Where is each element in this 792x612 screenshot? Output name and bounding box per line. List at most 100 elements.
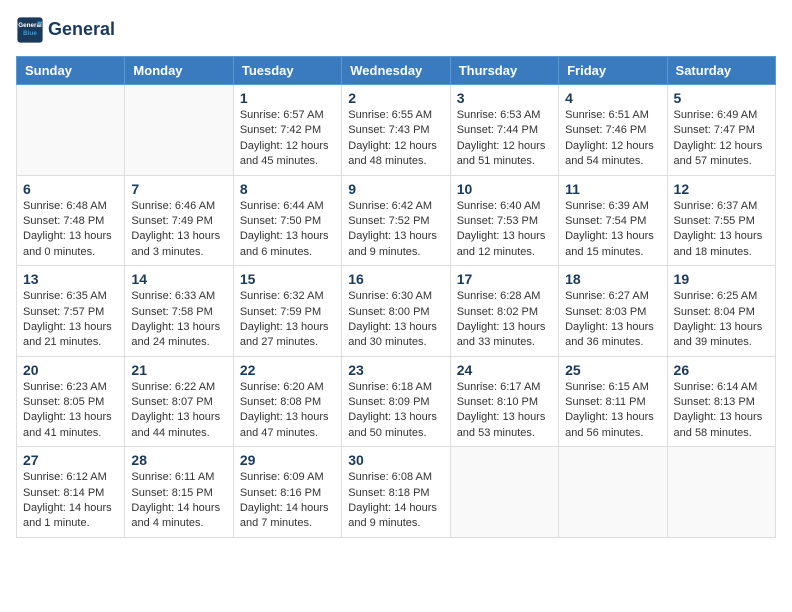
calendar-week-2: 6 Sunrise: 6:48 AMSunset: 7:48 PMDaylight… [17, 175, 776, 266]
calendar-header-monday: Monday [125, 57, 233, 85]
day-number: 29 [240, 452, 335, 468]
day-number: 30 [348, 452, 443, 468]
calendar-week-4: 20 Sunrise: 6:23 AMSunset: 8:05 PMDayligh… [17, 356, 776, 447]
day-info: Sunrise: 6:44 AMSunset: 7:50 PMDaylight:… [240, 199, 335, 261]
day-number: 14 [131, 271, 226, 287]
calendar-cell: 18Sunrise: 6:27 AMSunset: 8:03 PMDayligh… [559, 266, 667, 357]
calendar-table: SundayMondayTuesdayWednesdayThursdayFrid… [16, 56, 776, 538]
day-number: 8 [240, 181, 335, 197]
day-info: Sunrise: 6:20 AMSunset: 8:08 PMDaylight:… [240, 380, 335, 442]
calendar-header-row: SundayMondayTuesdayWednesdayThursdayFrid… [17, 57, 776, 85]
calendar-cell [125, 85, 233, 176]
calendar-cell: 14 Sunrise: 6:33 AMSunset: 7:58 PMDayligh… [125, 266, 233, 357]
calendar-cell: 26 Sunrise: 6:14 AMSunset: 8:13 PMDayligh… [667, 356, 775, 447]
day-number: 28 [131, 452, 226, 468]
day-number: 3 [457, 90, 552, 106]
day-info: Sunrise: 6:40 AMSunset: 7:53 PMDaylight:… [457, 199, 552, 261]
day-number: 2 [348, 90, 443, 106]
calendar-cell: 11Sunrise: 6:39 AMSunset: 7:54 PMDayligh… [559, 175, 667, 266]
day-info: Sunrise: 6:48 AMSunset: 7:48 PMDaylight:… [23, 199, 118, 261]
calendar-cell: 22 Sunrise: 6:20 AMSunset: 8:08 PMDayligh… [233, 356, 341, 447]
calendar-cell [559, 447, 667, 538]
day-info: Sunrise: 6:55 AMSunset: 7:43 PMDaylight:… [348, 108, 443, 170]
day-info: Sunrise: 6:42 AMSunset: 7:52 PMDaylight:… [348, 199, 443, 261]
calendar-cell: 23 Sunrise: 6:18 AMSunset: 8:09 PMDayligh… [342, 356, 450, 447]
day-number: 26 [674, 362, 769, 378]
day-info: Sunrise: 6:12 AMSunset: 8:14 PMDaylight:… [23, 470, 118, 532]
day-number: 25 [565, 362, 660, 378]
calendar-cell: 9Sunrise: 6:42 AMSunset: 7:52 PMDaylight… [342, 175, 450, 266]
day-number: 23 [348, 362, 443, 378]
day-number: 15 [240, 271, 335, 287]
calendar-cell: 8 Sunrise: 6:44 AMSunset: 7:50 PMDaylight… [233, 175, 341, 266]
calendar-cell: 24 Sunrise: 6:17 AMSunset: 8:10 PMDayligh… [450, 356, 558, 447]
calendar-cell: 19 Sunrise: 6:25 AMSunset: 8:04 PMDayligh… [667, 266, 775, 357]
day-number: 20 [23, 362, 118, 378]
calendar-cell: 10 Sunrise: 6:40 AMSunset: 7:53 PMDayligh… [450, 175, 558, 266]
day-number: 5 [674, 90, 769, 106]
calendar-cell [667, 447, 775, 538]
day-number: 10 [457, 181, 552, 197]
day-number: 1 [240, 90, 335, 106]
day-info: Sunrise: 6:14 AMSunset: 8:13 PMDaylight:… [674, 380, 769, 442]
calendar-cell: 7 Sunrise: 6:46 AMSunset: 7:49 PMDaylight… [125, 175, 233, 266]
day-number: 18 [565, 271, 660, 287]
day-number: 16 [348, 271, 443, 287]
day-number: 11 [565, 181, 660, 197]
day-info: Sunrise: 6:33 AMSunset: 7:58 PMDaylight:… [131, 289, 226, 351]
day-number: 7 [131, 181, 226, 197]
calendar-cell: 17Sunrise: 6:28 AMSunset: 8:02 PMDayligh… [450, 266, 558, 357]
calendar-week-1: 1 Sunrise: 6:57 AMSunset: 7:42 PMDaylight… [17, 85, 776, 176]
page-header: General Blue General [16, 16, 776, 44]
calendar-cell: 21 Sunrise: 6:22 AMSunset: 8:07 PMDayligh… [125, 356, 233, 447]
day-info: Sunrise: 6:15 AMSunset: 8:11 PMDaylight:… [565, 380, 660, 442]
calendar-cell: 6 Sunrise: 6:48 AMSunset: 7:48 PMDaylight… [17, 175, 125, 266]
logo: General Blue General [16, 16, 115, 44]
calendar-cell: 27 Sunrise: 6:12 AMSunset: 8:14 PMDayligh… [17, 447, 125, 538]
logo-icon: General Blue [16, 16, 44, 44]
day-number: 24 [457, 362, 552, 378]
day-number: 4 [565, 90, 660, 106]
day-info: Sunrise: 6:22 AMSunset: 8:07 PMDaylight:… [131, 380, 226, 442]
calendar-header-wednesday: Wednesday [342, 57, 450, 85]
day-info: Sunrise: 6:37 AMSunset: 7:55 PMDaylight:… [674, 199, 769, 261]
day-info: Sunrise: 6:25 AMSunset: 8:04 PMDaylight:… [674, 289, 769, 351]
day-info: Sunrise: 6:18 AMSunset: 8:09 PMDaylight:… [348, 380, 443, 442]
day-info: Sunrise: 6:57 AMSunset: 7:42 PMDaylight:… [240, 108, 335, 170]
day-info: Sunrise: 6:30 AMSunset: 8:00 PMDaylight:… [348, 289, 443, 351]
calendar-cell: 4 Sunrise: 6:51 AMSunset: 7:46 PMDaylight… [559, 85, 667, 176]
calendar-cell: 12 Sunrise: 6:37 AMSunset: 7:55 PMDayligh… [667, 175, 775, 266]
calendar-cell: 15 Sunrise: 6:32 AMSunset: 7:59 PMDayligh… [233, 266, 341, 357]
day-number: 13 [23, 271, 118, 287]
svg-text:Blue: Blue [23, 30, 37, 37]
day-info: Sunrise: 6:11 AMSunset: 8:15 PMDaylight:… [131, 470, 226, 532]
day-info: Sunrise: 6:46 AMSunset: 7:49 PMDaylight:… [131, 199, 226, 261]
day-number: 19 [674, 271, 769, 287]
calendar-week-3: 13 Sunrise: 6:35 AMSunset: 7:57 PMDayligh… [17, 266, 776, 357]
calendar-cell: 13 Sunrise: 6:35 AMSunset: 7:57 PMDayligh… [17, 266, 125, 357]
day-info: Sunrise: 6:09 AMSunset: 8:16 PMDaylight:… [240, 470, 335, 532]
day-info: Sunrise: 6:23 AMSunset: 8:05 PMDaylight:… [23, 380, 118, 442]
day-number: 21 [131, 362, 226, 378]
day-number: 22 [240, 362, 335, 378]
day-number: 6 [23, 181, 118, 197]
calendar-cell: 20 Sunrise: 6:23 AMSunset: 8:05 PMDayligh… [17, 356, 125, 447]
calendar-cell: 5Sunrise: 6:49 AMSunset: 7:47 PMDaylight… [667, 85, 775, 176]
calendar-cell: 16 Sunrise: 6:30 AMSunset: 8:00 PMDayligh… [342, 266, 450, 357]
calendar-cell: 3Sunrise: 6:53 AMSunset: 7:44 PMDaylight… [450, 85, 558, 176]
calendar-cell [17, 85, 125, 176]
day-info: Sunrise: 6:17 AMSunset: 8:10 PMDaylight:… [457, 380, 552, 442]
day-number: 12 [674, 181, 769, 197]
day-number: 27 [23, 452, 118, 468]
calendar-cell: 28 Sunrise: 6:11 AMSunset: 8:15 PMDayligh… [125, 447, 233, 538]
day-info: Sunrise: 6:35 AMSunset: 7:57 PMDaylight:… [23, 289, 118, 351]
logo-text: General [48, 20, 115, 40]
calendar-cell: 25 Sunrise: 6:15 AMSunset: 8:11 PMDayligh… [559, 356, 667, 447]
day-info: Sunrise: 6:51 AMSunset: 7:46 PMDaylight:… [565, 108, 660, 170]
calendar-cell: 2 Sunrise: 6:55 AMSunset: 7:43 PMDaylight… [342, 85, 450, 176]
calendar-cell: 30Sunrise: 6:08 AMSunset: 8:18 PMDayligh… [342, 447, 450, 538]
calendar-header-thursday: Thursday [450, 57, 558, 85]
day-info: Sunrise: 6:32 AMSunset: 7:59 PMDaylight:… [240, 289, 335, 351]
calendar-cell: 29 Sunrise: 6:09 AMSunset: 8:16 PMDayligh… [233, 447, 341, 538]
calendar-header-saturday: Saturday [667, 57, 775, 85]
